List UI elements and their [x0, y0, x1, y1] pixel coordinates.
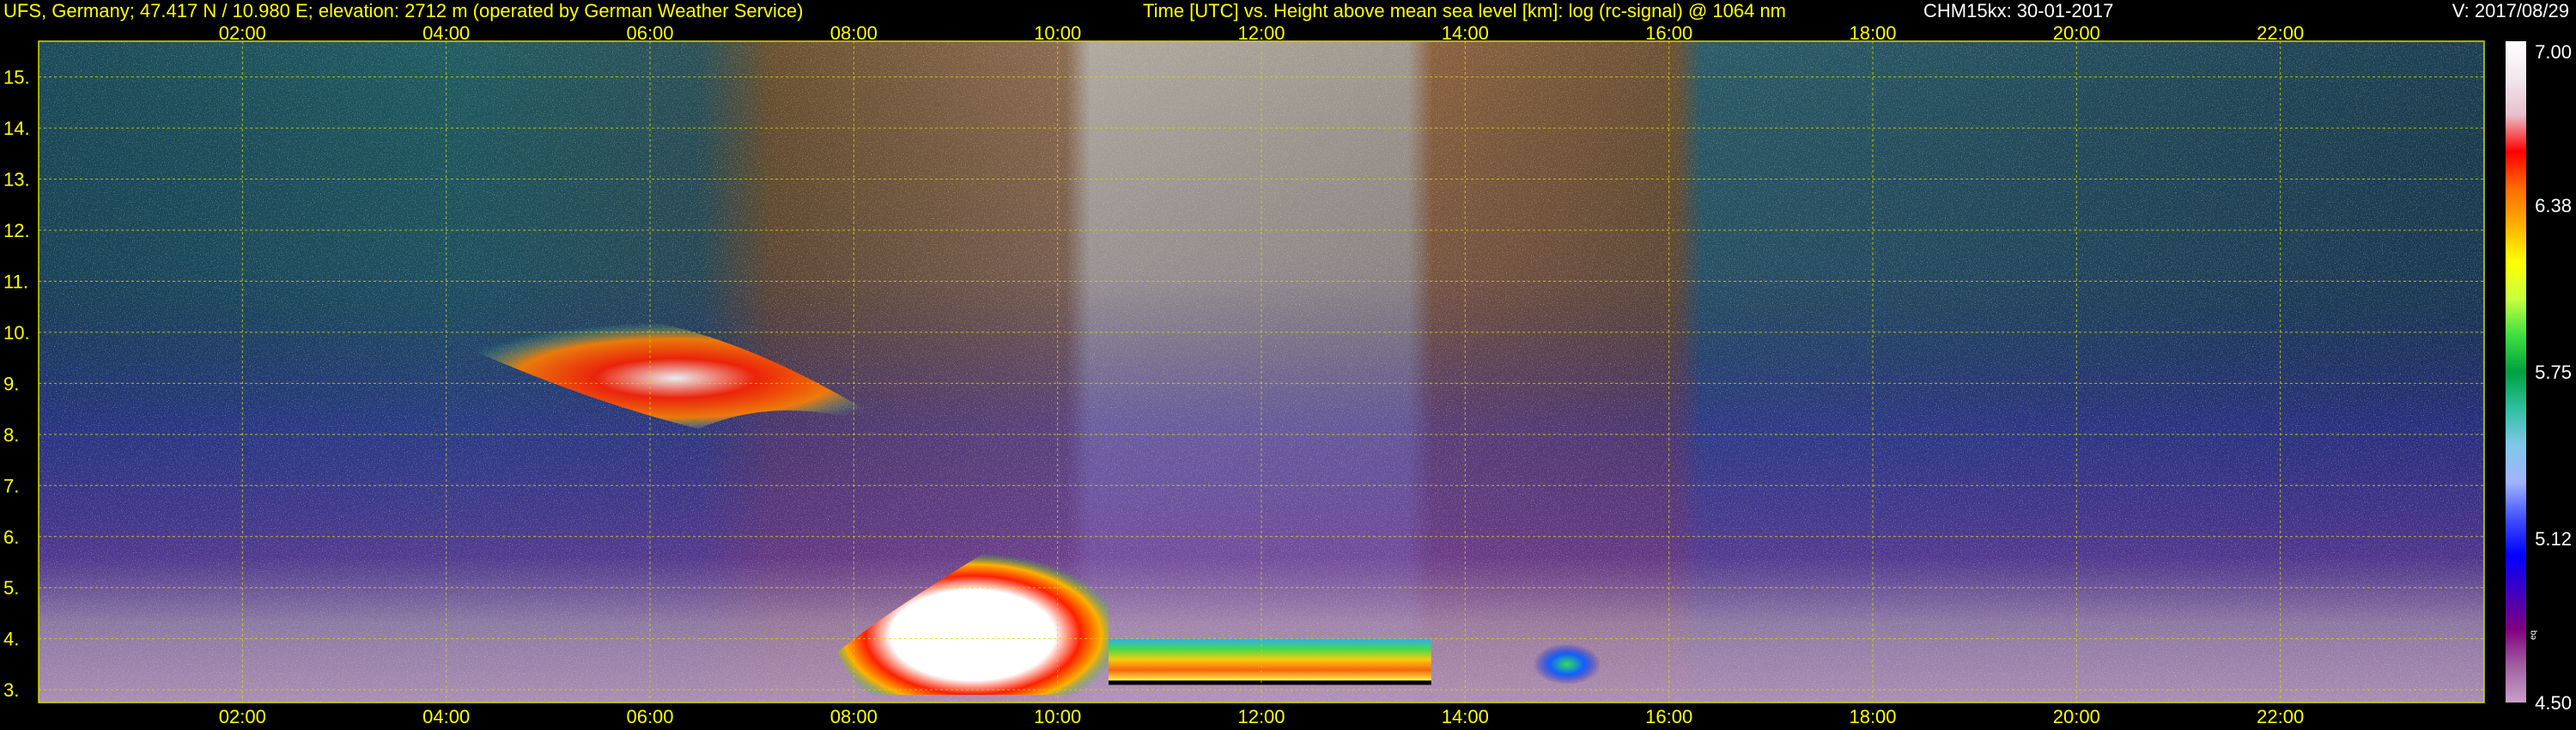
x-tick-label-bottom: 12:00	[1237, 706, 1285, 727]
x-tick-label-bottom: 10:00	[1034, 706, 1081, 727]
instrument-date: CHM15kx: 30-01-2017	[1923, 0, 2113, 21]
y-tick-label: 9.	[3, 373, 19, 394]
x-tick-label-top: 22:00	[2257, 22, 2304, 44]
colorbar-tick-label: 4.50	[2535, 692, 2572, 714]
y-tick-label: 6.	[3, 526, 19, 548]
plot-description: Time [UTC] vs. Height above mean sea lev…	[1143, 0, 1786, 21]
x-tick-label-bottom: 06:00	[626, 706, 673, 727]
colorbar-tick-label: 7.00	[2535, 41, 2572, 63]
x-tick-label-top: 08:00	[830, 22, 878, 44]
y-tick-label: 13.	[3, 169, 30, 191]
colorbar-tick-label: 6.38	[2535, 195, 2572, 216]
y-tick-label: 5.	[3, 577, 19, 599]
x-tick-label-top: 18:00	[1849, 22, 1896, 44]
colorbar: 7.00 6.38 5.75 5.12 4.50 eq	[2506, 41, 2572, 714]
boundary-layer-band	[1109, 638, 1431, 681]
y-tick-label: 12.	[3, 220, 30, 241]
y-axis: 3. 4. 5. 6. 7. 8. 9. 10. 11. 12. 13. 14. 15.	[3, 67, 30, 702]
version-label: V: 2017/08/29	[2452, 0, 2569, 21]
colorbar-tick-label: 5.75	[2535, 362, 2572, 383]
header: UFS, Germany; 47.417 N / 10.980 E; eleva…	[3, 0, 2569, 21]
y-tick-label: 14.	[3, 118, 30, 139]
boundary-layer-edge	[1109, 680, 1431, 685]
station-info: UFS, Germany; 47.417 N / 10.980 E; eleva…	[3, 0, 803, 21]
x-tick-label-bottom: 02:00	[219, 706, 266, 727]
x-tick-label-top: 04:00	[422, 22, 470, 44]
x-tick-label-bottom: 04:00	[422, 706, 470, 727]
feature-boundary-layer-blue	[1533, 643, 1601, 685]
blue-signal-blob	[1533, 643, 1601, 685]
y-tick-label: 11.	[3, 271, 28, 292]
colorbar-tick-label: 5.12	[2535, 528, 2572, 550]
x-tick-label-top: 14:00	[1442, 22, 1489, 44]
x-tick-label-bottom: 08:00	[830, 706, 878, 727]
y-tick-label: 7.	[3, 475, 19, 496]
x-tick-label-bottom: 16:00	[1645, 706, 1692, 727]
x-tick-label-top: 06:00	[626, 22, 673, 44]
x-tick-label-top: 02:00	[219, 22, 266, 44]
colorbar-small-label: eq	[2529, 630, 2538, 640]
y-tick-label: 8.	[3, 424, 19, 446]
feature-boundary-layer	[1109, 638, 1431, 685]
y-tick-label: 15.	[3, 67, 30, 88]
x-tick-label-top: 10:00	[1034, 22, 1081, 44]
y-tick-label: 10.	[3, 322, 30, 344]
plot-area	[39, 41, 2484, 703]
y-tick-label: 4.	[3, 629, 19, 650]
colorbar-ticks: 7.00 6.38 5.75 5.12 4.50	[2535, 41, 2572, 714]
colorbar-gradient	[2506, 41, 2526, 703]
y-tick-label: 3.	[3, 679, 19, 701]
ceilometer-chart: UFS, Germany; 47.417 N / 10.980 E; eleva…	[3, 0, 2572, 727]
x-tick-label-bottom: 22:00	[2257, 706, 2304, 727]
x-tick-label-top: 12:00	[1237, 22, 1285, 44]
x-axis-bottom: 02:00 04:00 06:00 08:00 10:00 12:00 14:00 16:00…	[219, 706, 2304, 727]
x-tick-label-top: 20:00	[2053, 22, 2100, 44]
x-tick-label-top: 16:00	[1645, 22, 1692, 44]
x-tick-label-bottom: 14:00	[1442, 706, 1489, 727]
x-tick-label-bottom: 18:00	[1849, 706, 1896, 727]
x-tick-label-bottom: 20:00	[2053, 706, 2100, 727]
